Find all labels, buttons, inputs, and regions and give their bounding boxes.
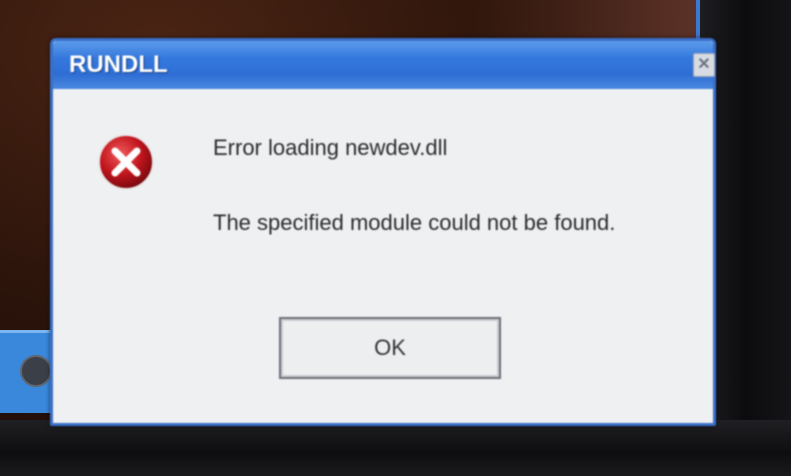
error-dialog: RUNDLL ✕ Error loading newdev.dll The sp… (50, 38, 716, 426)
dialog-titlebar[interactable]: RUNDLL ✕ (53, 41, 715, 89)
monitor-bezel-bottom (0, 420, 791, 476)
error-message-title: Error loading newdev.dll (213, 135, 448, 160)
ok-button-label: OK (374, 335, 406, 360)
close-icon: ✕ (697, 56, 711, 73)
error-message-detail: The specified module could not be found. (213, 210, 616, 235)
dialog-title: RUNDLL (69, 51, 168, 78)
error-icon (98, 134, 154, 190)
close-button[interactable]: ✕ (693, 53, 715, 77)
taskbar-button[interactable] (20, 355, 52, 387)
ok-button[interactable]: OK (279, 317, 501, 379)
